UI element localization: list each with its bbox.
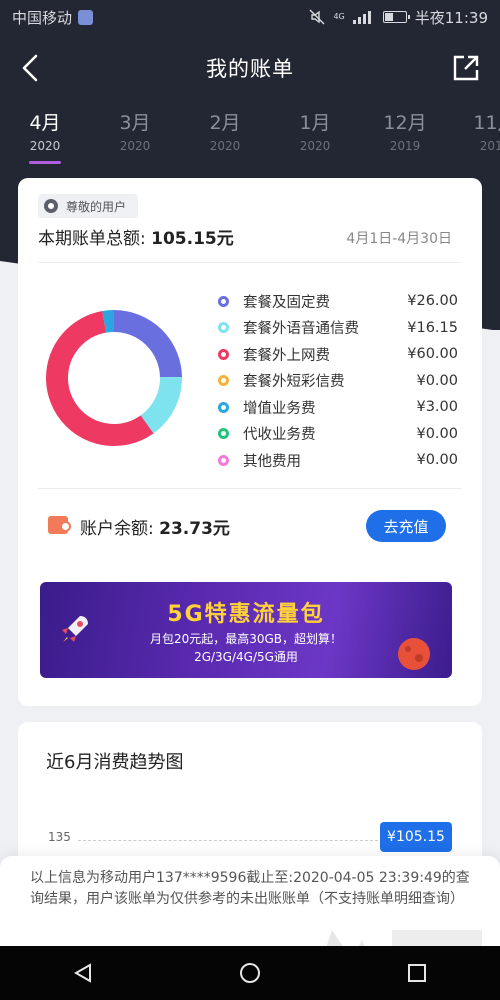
account-balance: 账户余额: 23.73元 [80,514,230,539]
user-badge-icon [44,199,58,213]
carrier-badge-icon [78,9,94,25]
legend-label: 其他费用 [243,453,301,470]
wallet-icon [48,516,71,534]
tab-month-3[interactable]: 1月 2020 [280,108,350,153]
tab-year-label: 2020 [209,139,241,153]
legend-label: 套餐外短彩信费 [243,374,345,391]
month-tabs: 4月 2020 3月 2020 2月 2020 1月 2020 12月 2019… [0,108,500,172]
tab-month-0[interactable]: 4月 2020 [10,108,80,153]
bill-card: 尊敬的用户 本期账单总额: 105.15元 4月1日-4月30日 套餐及固定费 … [18,178,482,706]
legend-value: ¥0.00 [416,452,458,469]
nav-home-icon[interactable] [238,961,262,985]
tab-month-label: 12月 [383,112,427,134]
legend-label: 套餐外上网费 [243,347,330,364]
legend-dot [218,401,229,413]
user-badge: 尊敬的用户 [38,194,139,218]
legend-label: 套餐外语音通信费 [243,321,359,338]
nav-bar: 我的账单 [0,40,500,96]
back-icon[interactable] [14,50,50,86]
banner-networks: 2G/3G/4G/5G通用 [194,650,298,664]
network-type: 4G [333,12,345,21]
tab-month-4[interactable]: 12月 2019 [370,108,440,153]
legend-value: ¥26.00 [407,293,458,310]
nav-back-icon[interactable] [72,962,94,984]
trend-axis-tick: 135 [48,830,71,844]
tab-year-label: 2019 [389,139,421,153]
promo-banner[interactable]: 5G特惠流量包 月包20元起，最高30GB，超划算！ 2G/3G/4G/5G通用 [40,582,452,678]
legend-dot [218,322,229,334]
legend-value: ¥3.00 [416,399,458,416]
nav-recents-icon[interactable] [406,962,428,984]
legend-row: 套餐外短彩信费 ¥0.00 [218,368,458,395]
balance-label: 账户余额: [80,519,154,539]
tab-month-label: 11月 [473,112,500,134]
bill-legend: 套餐及固定费 ¥26.00 套餐外语音通信费 ¥16.15 套餐外上网费 ¥60… [218,288,458,474]
banner-subtitle: 月包20元起，最高30GB，超划算！ [149,632,343,646]
legend-label: 套餐及固定费 [243,294,330,311]
trend-title: 近6月消费趋势图 [46,752,184,773]
divider [38,262,462,263]
legend-value: ¥0.00 [416,425,458,442]
trend-gridline [78,840,378,841]
legend-dot [218,454,229,466]
page-title: 我的账单 [206,57,294,81]
legend-dot [218,295,229,307]
legend-row: 增值业务费 ¥3.00 [218,394,458,421]
legend-row: 代收业务费 ¥0.00 [218,421,458,448]
tab-month-2[interactable]: 2月 2020 [190,108,260,153]
system-nav-bar [0,946,500,1000]
tab-month-label: 4月 [29,112,61,134]
carrier-name: 中国移动 [12,8,73,27]
share-icon[interactable] [448,50,484,86]
planet-icon [398,638,430,670]
clock: 半夜11:39 [414,8,488,27]
bill-total-label: 本期账单总额: [38,229,146,249]
legend-value: ¥0.00 [416,372,458,389]
trend-tooltip: ¥105.15 [380,822,452,852]
legend-dot [218,428,229,440]
tab-month-label: 3月 [119,112,151,134]
legend-row: 套餐外上网费 ¥60.00 [218,341,458,368]
legend-row: 套餐及固定费 ¥26.00 [218,288,458,315]
tab-year-label: 2020 [299,139,331,153]
divider [38,488,462,489]
bill-total: 本期账单总额: 105.15元 [38,224,234,249]
user-badge-label: 尊敬的用户 [66,199,127,214]
recharge-button[interactable]: 去充值 [366,510,446,542]
bill-period: 4月1日-4月30日 [346,231,452,247]
legend-dot [218,348,229,360]
tab-month-5[interactable]: 11月 2019 [460,108,500,153]
tab-month-label: 2月 [209,112,241,134]
legend-label: 增值业务费 [243,400,316,417]
mute-icon [309,9,325,25]
balance-value: 23.73元 [159,519,230,539]
legend-dot [218,375,229,387]
tab-month-1[interactable]: 3月 2020 [100,108,170,153]
tab-year-label: 2019 [479,139,500,153]
legend-label: 代收业务费 [243,427,316,444]
legend-value: ¥16.15 [407,319,458,336]
bill-total-value: 105.15元 [151,229,234,249]
legend-row: 其他费用 ¥0.00 [218,447,458,474]
tab-year-label: 2020 [119,139,151,153]
banner-title: 5G特惠流量包 [167,602,325,627]
active-tab-indicator [29,161,61,164]
status-bar: 中国移动 4G 半夜11:39 [0,0,500,34]
tab-year-label: 2020 [29,139,61,153]
bill-donut-chart [46,310,182,446]
signal-icon [352,10,375,24]
legend-row: 套餐外语音通信费 ¥16.15 [218,315,458,342]
tab-month-label: 1月 [299,112,331,134]
legend-value: ¥60.00 [407,346,458,363]
battery-icon [382,11,410,23]
